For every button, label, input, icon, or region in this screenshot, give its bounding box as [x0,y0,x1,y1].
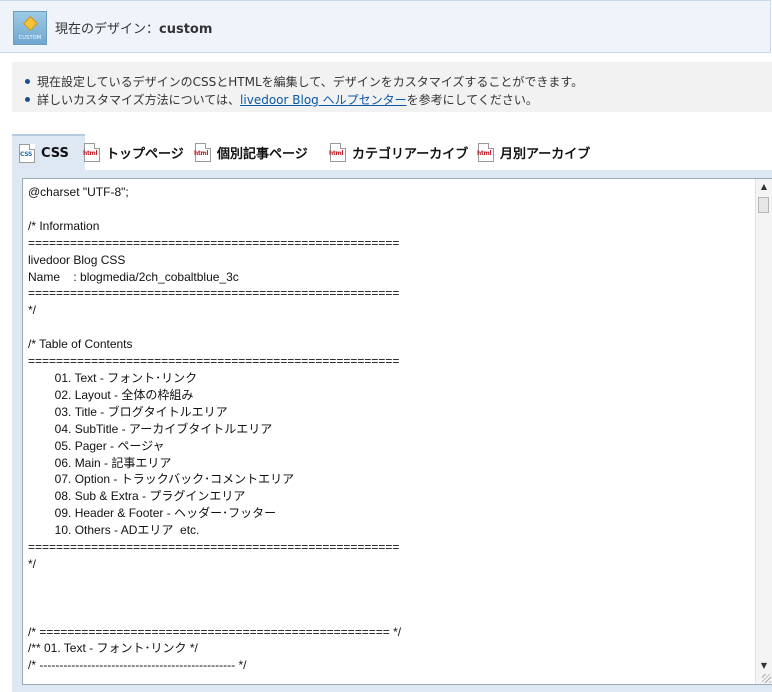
editor-panel: @charset "UTF-8"; /* Information =======… [12,170,772,692]
html-file-icon: html [83,142,100,162]
design-header: CUSTOM 現在のデザイン：custom [0,0,771,53]
scroll-thumb[interactable] [758,197,769,213]
cube-icon [23,16,38,31]
html-file-icon: html [477,142,494,162]
info-box: 現在設定しているデザインのCSSとHTMLを編集して、デザインをカスタマイズする… [12,62,772,112]
html-icon-text: html [194,149,209,157]
css-icon-text: CSS [20,150,32,158]
css-code[interactable]: @charset "UTF-8"; /* Information =======… [28,184,401,674]
info-item-edit: 現在設定しているデザインのCSSとHTMLを編集して、デザインをカスタマイズする… [24,73,584,90]
scroll-up-arrow-icon[interactable]: ▲ [756,179,772,195]
html-icon-text: html [83,149,98,157]
html-icon-text: html [477,149,492,157]
tab-label: トップページ [106,146,184,162]
tab-monthly-archive[interactable]: html 月別アーカイブ [477,134,591,170]
tab-label: 月別アーカイブ [500,146,591,162]
tab-entry-page[interactable]: html 個別記事ページ [194,134,308,170]
html-icon-text: html [329,149,344,157]
info-text-edit: 現在設定しているデザインのCSSとHTMLを編集して、デザインをカスタマイズする… [37,75,584,89]
current-design-label: 現在のデザイン： [55,22,160,37]
resize-grip-icon[interactable] [762,674,771,683]
info-help-prefix: 詳しいカスタマイズ方法については、 [37,93,241,107]
html-file-icon: html [194,142,211,162]
css-file-icon: CSS [19,143,35,163]
tab-label: CSS [41,145,69,161]
css-editor-textarea[interactable]: @charset "UTF-8"; /* Information =======… [22,178,772,685]
editor-scrollbar[interactable]: ▲ ▼ [755,179,772,684]
current-design-title: 現在のデザイン：custom [55,18,212,37]
tab-label: カテゴリアーカイブ [352,146,469,162]
scroll-down-arrow-icon[interactable]: ▼ [756,658,772,674]
icon-caption: CUSTOM [18,35,42,41]
info-help-suffix: を参考にしてください。 [406,93,538,107]
tab-css[interactable]: CSS CSS [12,134,85,170]
current-design-value: custom [159,22,213,37]
info-text-help: 詳しいカスタマイズ方法については、livedoor Blog ヘルプセンターを参… [37,93,538,107]
html-file-icon: html [329,142,346,162]
info-item-help: 詳しいカスタマイズ方法については、livedoor Blog ヘルプセンターを参… [25,91,538,108]
tab-category-archive[interactable]: html カテゴリアーカイブ [329,134,469,170]
help-center-link[interactable]: livedoor Blog ヘルプセンター [240,93,407,107]
custom-design-icon: CUSTOM [13,11,47,45]
template-tabs: CSS CSS html トップページ html 個別記事ページ html カテ… [12,134,772,170]
tab-label: 個別記事ページ [217,146,308,162]
tab-top-page[interactable]: html トップページ [83,134,184,170]
